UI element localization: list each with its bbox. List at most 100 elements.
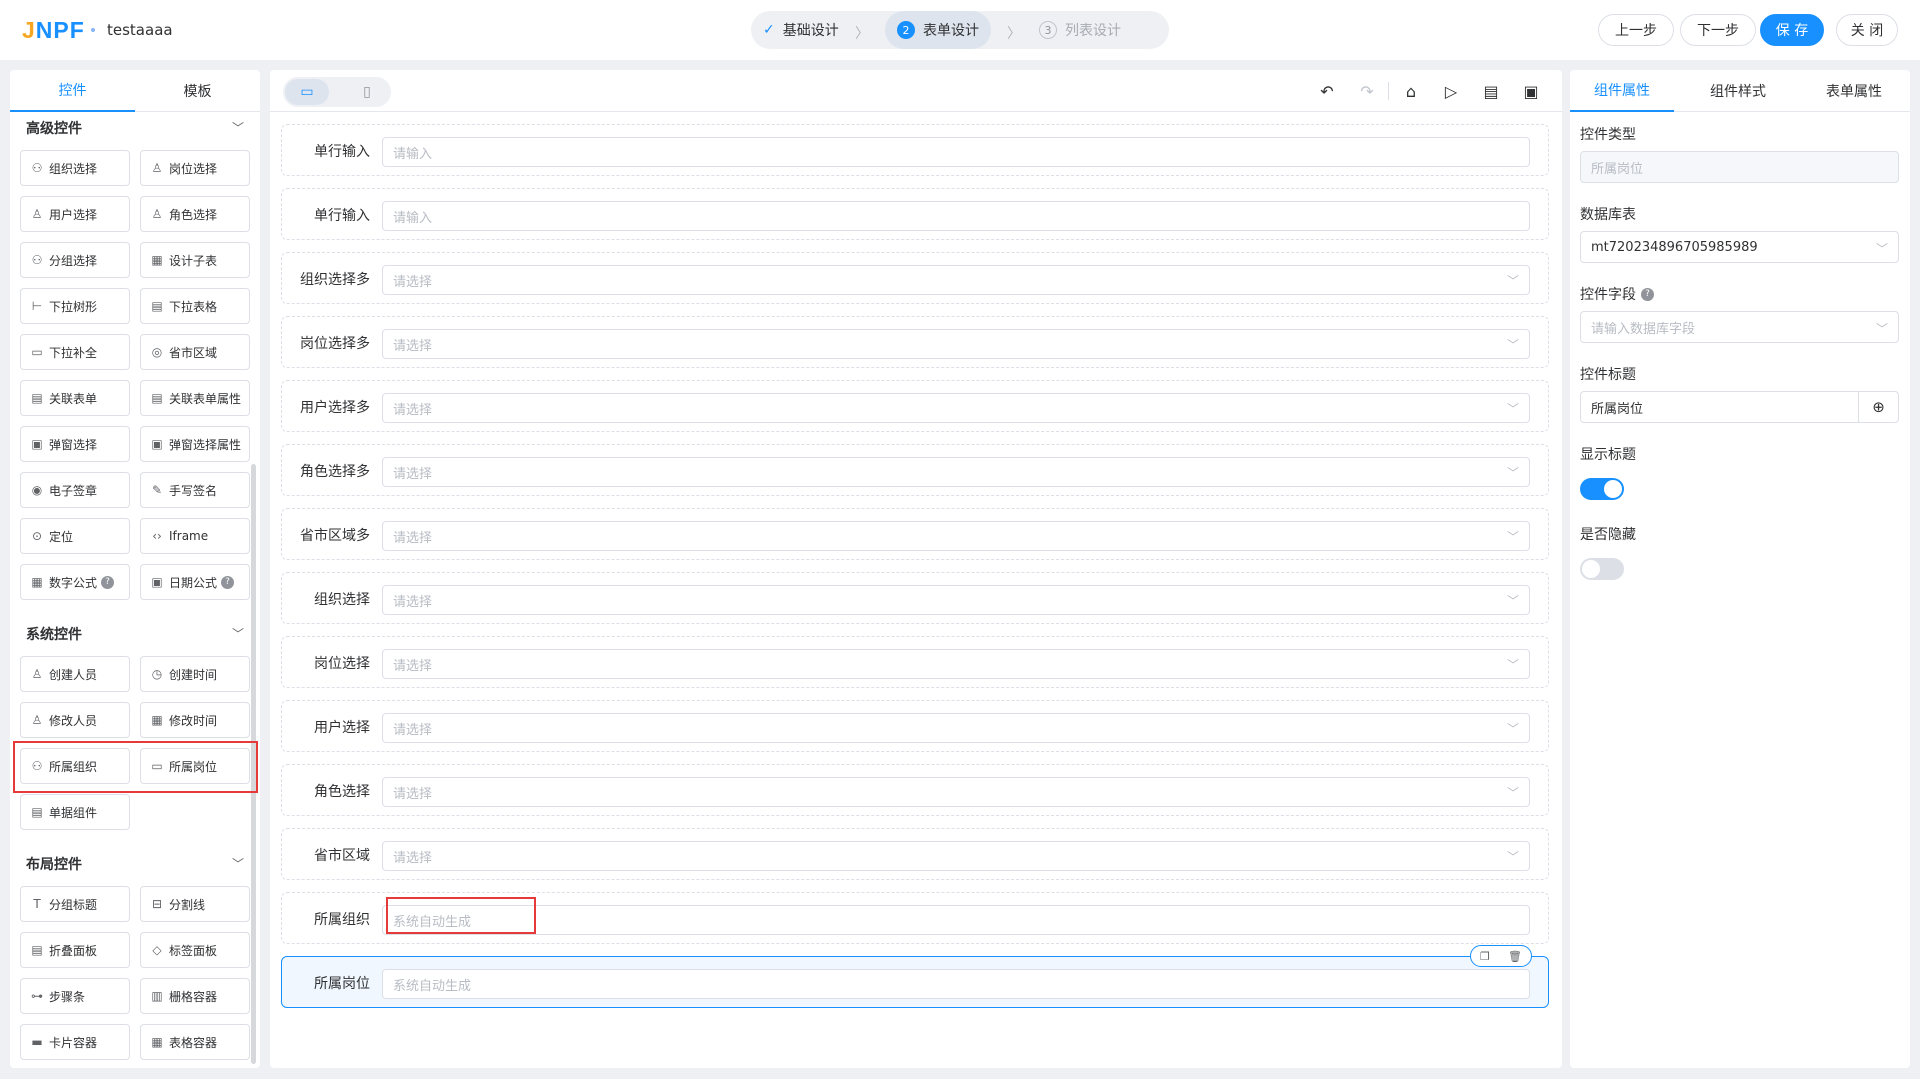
next-step-button[interactable]: 下一步	[1680, 14, 1756, 46]
control-iframe[interactable]: ‹› Iframe	[140, 518, 250, 554]
control-org-select[interactable]: ⚇ 组织选择	[20, 150, 130, 186]
tab-templates[interactable]: 模板	[135, 70, 260, 112]
form-row-selected[interactable]: 所属岗位 系统自动生成	[281, 956, 1549, 1008]
prev-step-button[interactable]: 上一步	[1598, 14, 1674, 46]
json-icon[interactable]: ▤	[1480, 80, 1502, 102]
form-row[interactable]: 角色选择多 请选择 ﹀	[281, 444, 1549, 496]
chevron-down-icon[interactable]: ﹀	[232, 625, 244, 642]
tablet-icon[interactable]: ▯	[345, 79, 389, 105]
preview-icon[interactable]: ▷	[1440, 80, 1462, 102]
control-create-time[interactable]: ◷ 创建时间	[140, 656, 250, 692]
control-location[interactable]: ⊙ 定位	[20, 518, 130, 554]
tab-form-props[interactable]: 表单属性	[1798, 70, 1910, 112]
control-area-select[interactable]: ◎ 省市区域	[140, 334, 250, 370]
control-e-seal[interactable]: ◉ 电子签章	[20, 472, 130, 508]
group-title-system[interactable]: 系统控件	[26, 624, 82, 644]
field-select[interactable]: 请选择 ﹀	[382, 265, 1530, 295]
hidden-toggle[interactable]	[1580, 558, 1624, 580]
form-row[interactable]: 单行输入 请输入	[281, 124, 1549, 176]
control-tree-select[interactable]: ⊢ 下拉树形	[20, 288, 130, 324]
tab-component-props[interactable]: 组件属性	[1570, 70, 1674, 112]
autocomplete-icon: ▭	[31, 345, 43, 359]
control-post-select[interactable]: ♙ 岗位选择	[140, 150, 250, 186]
form-row[interactable]: 省市区域 请选择 ﹀	[281, 828, 1549, 880]
control-autocomplete[interactable]: ▭ 下拉补全	[20, 334, 130, 370]
control-modify-time[interactable]: ▦ 修改时间	[140, 702, 250, 738]
form-row[interactable]: 组织选择 请选择 ﹀	[281, 572, 1549, 624]
field-input[interactable]: 系统自动生成	[382, 969, 1530, 999]
control-grid-row[interactable]: ▥ 栅格容器	[140, 978, 250, 1014]
field-select[interactable]: 请选择 ﹀	[382, 393, 1530, 423]
control-table-select[interactable]: ▤ 下拉表格	[140, 288, 250, 324]
control-relation-form-attr[interactable]: ▤ 关联表单属性	[140, 380, 250, 416]
control-card[interactable]: ▬ 卡片容器	[20, 1024, 130, 1060]
control-collapse[interactable]: ▤ 折叠面板	[20, 932, 130, 968]
form-row[interactable]: 岗位选择 请选择 ﹀	[281, 636, 1549, 688]
save-button[interactable]: 保 存	[1760, 14, 1824, 46]
title-input[interactable]: 所属岗位 ⊕	[1580, 391, 1899, 423]
form-row[interactable]: 角色选择 请选择 ﹀	[281, 764, 1549, 816]
control-creator[interactable]: ♙ 创建人员	[20, 656, 130, 692]
show-title-toggle[interactable]	[1580, 478, 1624, 500]
control-role-select[interactable]: ♙ 角色选择	[140, 196, 250, 232]
tab-controls[interactable]: 控件	[10, 70, 135, 112]
form-row[interactable]: 岗位选择多 请选择 ﹀	[281, 316, 1549, 368]
help-icon[interactable]: ?	[1641, 287, 1654, 301]
db-table-select[interactable]: mt720234896705985989 ﹀	[1580, 231, 1899, 263]
db-field-select[interactable]: 请输入数据库字段 ﹀	[1580, 311, 1899, 343]
field-select[interactable]: 请选择 ﹀	[382, 521, 1530, 551]
control-tab-panel[interactable]: ◇ 标签面板	[140, 932, 250, 968]
field-input[interactable]: 请输入	[382, 201, 1530, 231]
tab-component-style[interactable]: 组件样式	[1678, 70, 1798, 112]
group-title-advanced[interactable]: 高级控件	[26, 118, 82, 138]
control-table-container[interactable]: ▦ 表格容器	[140, 1024, 250, 1060]
redo-icon[interactable]: ↷	[1356, 80, 1378, 102]
field-input[interactable]: 系统自动生成	[382, 905, 1530, 935]
delete-icon[interactable]: 🗑	[1508, 950, 1522, 963]
step-basic-design[interactable]: ✓ 基础设计	[763, 11, 839, 49]
field-select[interactable]: 请选择 ﹀	[382, 457, 1530, 487]
field-select[interactable]: 请选择 ﹀	[382, 841, 1530, 871]
control-popup-select[interactable]: ▣ 弹窗选择	[20, 426, 130, 462]
field-select[interactable]: 请选择 ﹀	[382, 777, 1530, 807]
clear-icon[interactable]: ⌂	[1400, 80, 1422, 102]
field-select[interactable]: 请选择 ﹀	[382, 585, 1530, 615]
control-user-select[interactable]: ♙ 用户选择	[20, 196, 130, 232]
control-modifier[interactable]: ♙ 修改人员	[20, 702, 130, 738]
field-input[interactable]: 请输入	[382, 137, 1530, 167]
control-signature[interactable]: ✎ 手写签名	[140, 472, 250, 508]
form-row[interactable]: 用户选择多 请选择 ﹀	[281, 380, 1549, 432]
step-form-design[interactable]: 2 表单设计	[885, 11, 991, 49]
field-select[interactable]: 请选择 ﹀	[382, 713, 1530, 743]
property-panel: 组件属性 组件样式 表单属性 控件类型 所属岗位 数据库表 mt72023489…	[1570, 70, 1910, 1068]
chevron-down-icon[interactable]: ﹀	[232, 855, 244, 872]
code-icon[interactable]: ▣	[1520, 80, 1542, 102]
control-bill-rule[interactable]: ▤ 单据组件	[20, 794, 130, 830]
close-button[interactable]: 关 闭	[1836, 14, 1898, 46]
control-group-title[interactable]: T 分组标题	[20, 886, 130, 922]
group-title-layout[interactable]: 布局控件	[26, 854, 82, 874]
control-group-select[interactable]: ⚇ 分组选择	[20, 242, 130, 278]
help-icon[interactable]: ?	[221, 575, 235, 589]
control-number-formula[interactable]: ▦ 数字公式?	[20, 564, 130, 600]
control-type-field: 所属岗位	[1580, 151, 1899, 183]
step-list-design[interactable]: 3 列表设计	[1039, 11, 1121, 49]
help-icon[interactable]: ?	[101, 575, 115, 589]
globe-icon[interactable]: ⊕	[1858, 392, 1898, 422]
control-sub-table[interactable]: ▦ 设计子表	[140, 242, 250, 278]
field-select[interactable]: 请选择 ﹀	[382, 329, 1530, 359]
copy-icon[interactable]: ❐	[1480, 950, 1490, 963]
form-row[interactable]: 省市区域多 请选择 ﹀	[281, 508, 1549, 560]
form-row[interactable]: 组织选择多 请选择 ﹀	[281, 252, 1549, 304]
form-row[interactable]: 单行输入 请输入	[281, 188, 1549, 240]
control-relation-form[interactable]: ▤ 关联表单	[20, 380, 130, 416]
control-date-formula[interactable]: ▣ 日期公式?	[140, 564, 250, 600]
undo-icon[interactable]: ↶	[1316, 80, 1338, 102]
chevron-down-icon[interactable]: ﹀	[232, 119, 244, 136]
control-divider[interactable]: ⊟ 分割线	[140, 886, 250, 922]
desktop-icon[interactable]: ▭	[285, 79, 329, 105]
control-steps[interactable]: ⊶ 步骤条	[20, 978, 130, 1014]
control-popup-attr[interactable]: ▣ 弹窗选择属性	[140, 426, 250, 462]
form-row[interactable]: 用户选择 请选择 ﹀	[281, 700, 1549, 752]
field-select[interactable]: 请选择 ﹀	[382, 649, 1530, 679]
